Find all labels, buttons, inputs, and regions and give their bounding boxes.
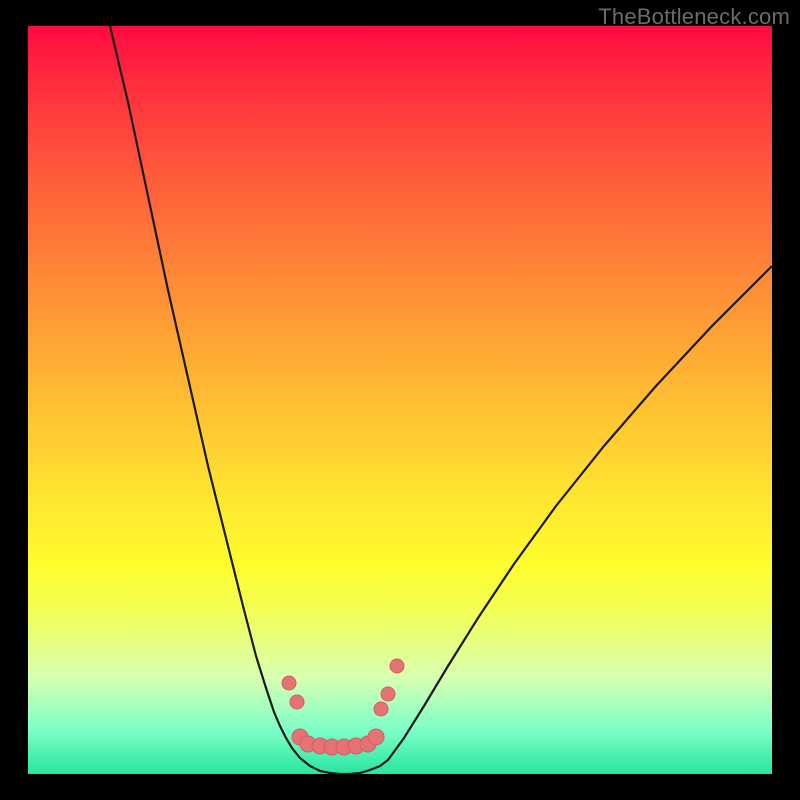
data-dot — [390, 659, 404, 673]
data-dot — [282, 676, 296, 690]
data-dot — [360, 736, 376, 752]
data-dot — [324, 739, 340, 755]
data-dot — [300, 736, 316, 752]
data-dot — [368, 729, 384, 745]
data-dot — [292, 729, 308, 745]
data-dot — [312, 738, 328, 754]
data-dot — [374, 702, 388, 716]
chart-svg — [28, 26, 772, 774]
data-dot — [348, 738, 364, 754]
data-dots — [282, 659, 404, 755]
data-dot — [336, 739, 352, 755]
data-dot — [290, 695, 304, 709]
data-dot — [381, 687, 395, 701]
chart-plot-area — [28, 26, 772, 774]
watermark-text: TheBottleneck.com — [598, 4, 790, 30]
bottleneck-curve — [110, 26, 772, 774]
